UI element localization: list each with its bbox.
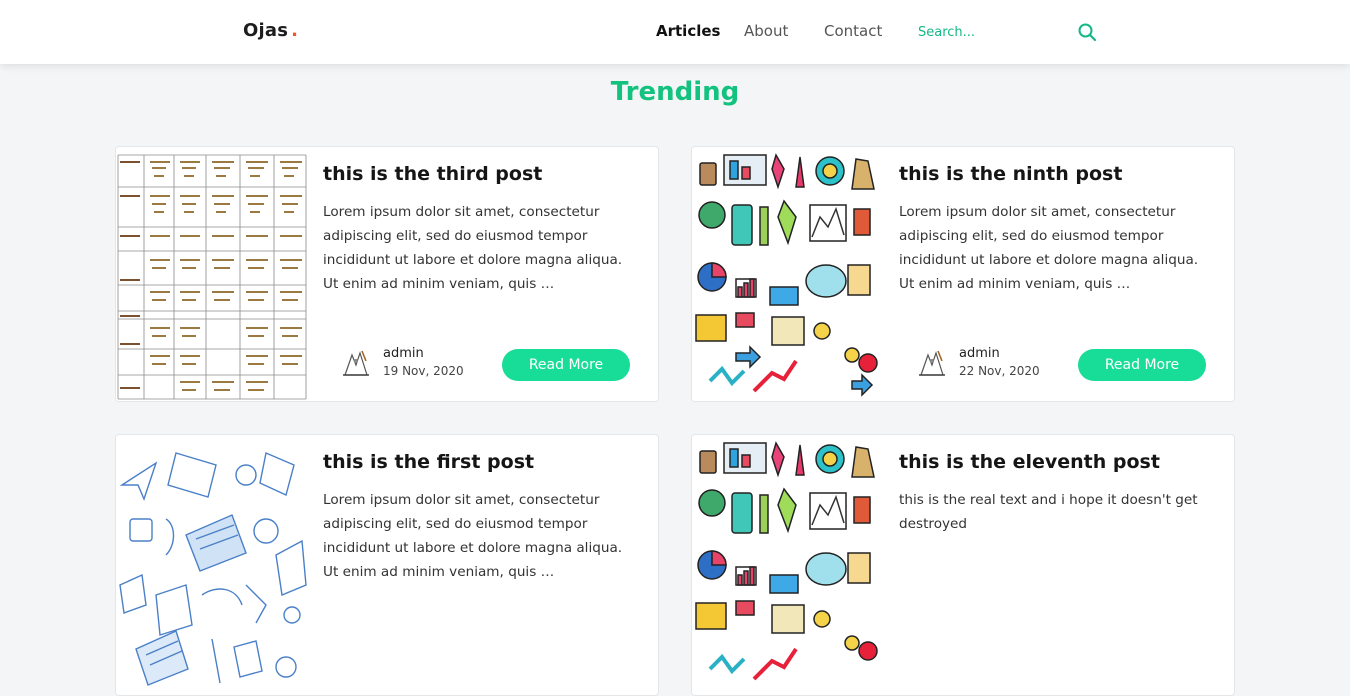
post-title[interactable]: this is the eleventh post <box>899 451 1160 473</box>
brand-logo[interactable]: Ojas. <box>243 20 298 41</box>
post-date: 19 Nov, 2020 <box>383 364 464 378</box>
read-more-button[interactable]: Read More <box>1078 349 1206 381</box>
post-card[interactable]: this is the ninth post Lorem ipsum dolor… <box>691 146 1235 402</box>
post-excerpt: Lorem ipsum dolor sit amet, consectetur … <box>323 204 623 292</box>
post-thumbnail-line-art[interactable] <box>116 435 308 695</box>
read-more-button[interactable]: Read More <box>502 349 630 381</box>
post-card[interactable]: this is the third post Lorem ipsum dolor… <box>115 146 659 402</box>
nav-link-about[interactable]: About <box>744 22 788 40</box>
post-excerpt: this is the real text and i hope it does… <box>899 492 1198 532</box>
post-excerpt: Lorem ipsum dolor sit amet, consectetur … <box>323 492 623 580</box>
brand-name: Ojas <box>243 20 289 41</box>
post-thumbnail-doodle[interactable] <box>692 147 884 401</box>
brand-dot: . <box>291 20 299 41</box>
post-card[interactable]: this is the first post Lorem ipsum dolor… <box>115 434 659 696</box>
post-title[interactable]: this is the first post <box>323 451 534 473</box>
post-thumbnail-doodle[interactable] <box>692 435 884 695</box>
search-icon[interactable] <box>1076 21 1098 43</box>
post-title[interactable]: this is the ninth post <box>899 163 1122 185</box>
author-name: admin <box>383 346 424 361</box>
search-input[interactable] <box>916 20 1070 44</box>
post-thumbnail-timetable[interactable] <box>116 147 308 401</box>
post-title[interactable]: this is the third post <box>323 163 542 185</box>
section-title: Trending <box>610 77 740 107</box>
top-navbar: Ojas. Articles About Contact <box>0 0 1350 64</box>
nav-link-contact[interactable]: Contact <box>824 22 882 40</box>
post-date: 22 Nov, 2020 <box>959 364 1040 378</box>
author-name: admin <box>959 346 1000 361</box>
post-card[interactable]: this is the eleventh post this is the re… <box>691 434 1235 696</box>
post-excerpt: Lorem ipsum dolor sit amet, consectetur … <box>899 204 1199 292</box>
author-avatar-icon <box>916 347 948 379</box>
author-avatar-icon <box>340 347 372 379</box>
nav-link-articles[interactable]: Articles <box>656 22 720 40</box>
